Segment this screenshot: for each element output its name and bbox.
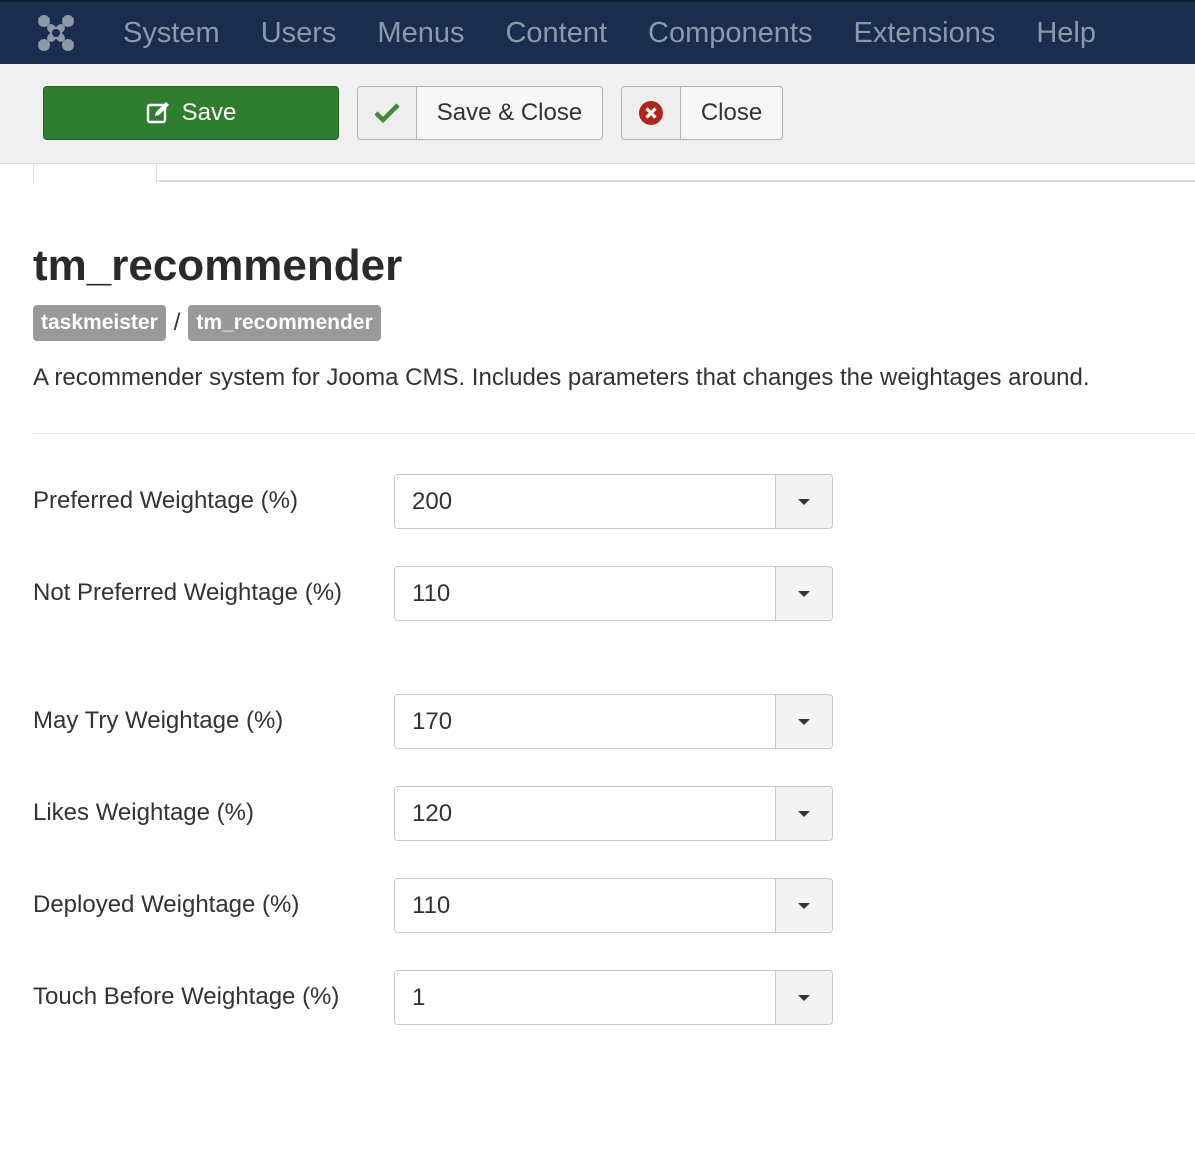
field-label-not-preferred: Not Preferred Weightage (%) <box>33 579 343 606</box>
nav-item-content[interactable]: Content <box>505 17 607 50</box>
toolbar: Save Save & Close Close <box>0 64 1195 164</box>
save-close-label: Save & Close <box>436 99 583 126</box>
nav-item-help[interactable]: Help <box>1036 17 1096 50</box>
breadcrumb-badge-module: tm_recommender <box>188 305 381 341</box>
select-value: 170 <box>412 708 453 735</box>
cancel-circle-icon <box>622 87 681 139</box>
likes-weightage-select[interactable]: 120 <box>394 786 833 841</box>
chevron-down-icon[interactable] <box>775 971 832 1024</box>
field-label-preferred: Preferred Weightage (%) <box>33 487 299 514</box>
joomla-logo-icon[interactable] <box>37 2 95 64</box>
top-navbar: System Users Menus Content Components Ex… <box>0 0 1195 64</box>
nav-item-extensions[interactable]: Extensions <box>853 17 995 50</box>
tab-active[interactable] <box>33 164 157 182</box>
preferred-weightage-select[interactable]: 200 <box>394 474 833 529</box>
chevron-down-icon[interactable] <box>775 695 832 748</box>
nav-item-components[interactable]: Components <box>648 17 812 50</box>
close-label: Close <box>700 99 763 126</box>
check-icon <box>358 87 417 139</box>
save-button[interactable]: Save <box>43 86 339 140</box>
select-value: 1 <box>412 984 426 1011</box>
breadcrumb-badge-taskmeister: taskmeister <box>33 305 166 341</box>
nav-item-menus[interactable]: Menus <box>377 17 464 50</box>
select-value: 200 <box>412 488 453 515</box>
field-label-may-try: May Try Weightage (%) <box>33 707 284 734</box>
nav-item-users[interactable]: Users <box>261 17 337 50</box>
select-value: 110 <box>412 580 451 607</box>
chevron-down-icon[interactable] <box>775 787 832 840</box>
save-close-button[interactable]: Save & Close <box>357 86 603 140</box>
edit-icon <box>146 101 170 125</box>
chevron-down-icon[interactable] <box>775 879 832 932</box>
chevron-down-icon[interactable] <box>775 475 832 528</box>
field-label-touch-before: Touch Before Weightage (%) <box>33 983 340 1010</box>
breadcrumb: taskmeister / tm_recommender <box>33 305 381 341</box>
select-value: 120 <box>412 800 453 827</box>
touch-before-weightage-select[interactable]: 1 <box>394 970 833 1025</box>
field-label-deployed: Deployed Weightage (%) <box>33 891 300 918</box>
tab-strip <box>0 164 1195 182</box>
not-preferred-weightage-select[interactable]: 110 <box>394 566 833 621</box>
close-button[interactable]: Close <box>621 86 783 140</box>
breadcrumb-separator: / <box>173 309 181 336</box>
module-description: A recommender system for Jooma CMS. Incl… <box>33 364 1090 391</box>
chevron-down-icon[interactable] <box>775 567 832 620</box>
save-label: Save <box>181 99 237 126</box>
main-menu: System Users Menus Content Components Ex… <box>123 17 1137 50</box>
deployed-weightage-select[interactable]: 110 <box>394 878 833 933</box>
nav-item-system[interactable]: System <box>123 17 220 50</box>
field-label-likes: Likes Weightage (%) <box>33 799 254 826</box>
select-value: 110 <box>412 892 451 919</box>
section-divider <box>33 433 1195 434</box>
tab-divider <box>157 180 1195 182</box>
may-try-weightage-select[interactable]: 170 <box>394 694 833 749</box>
page-title: tm_recommender <box>33 241 403 290</box>
